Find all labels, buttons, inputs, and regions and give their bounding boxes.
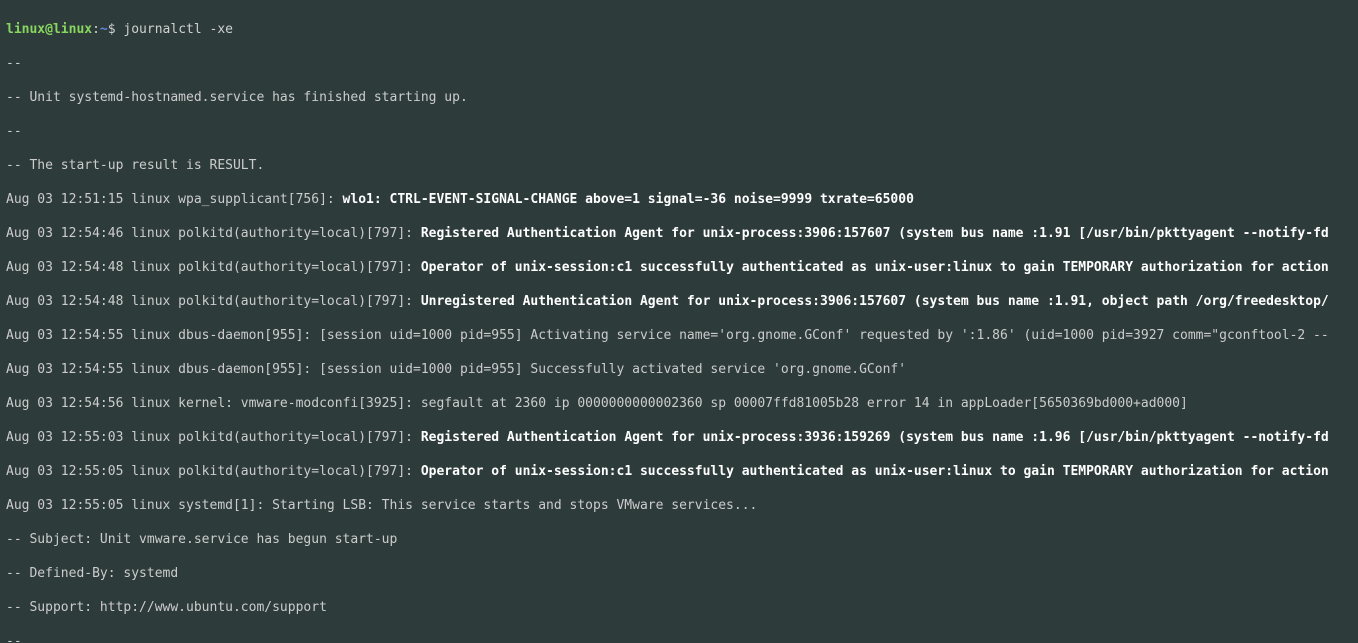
command-text: journalctl -xe: [123, 21, 233, 38]
log-line: Aug 03 12:54:56 linux kernel: vmware-mod…: [6, 395, 1352, 412]
log-prefix: Aug 03 12:55:05 linux polkitd(authority=…: [6, 464, 421, 479]
log-prefix: Aug 03 12:54:46 linux polkitd(authority=…: [6, 226, 421, 241]
log-line: Aug 03 12:54:48 linux polkitd(authority=…: [6, 293, 1352, 310]
log-prefix: Aug 03 12:51:15 linux wpa_supplicant[756…: [6, 192, 343, 207]
log-line: --: [6, 123, 1352, 140]
log-line: -- The start-up result is RESULT.: [6, 157, 1352, 174]
log-prefix: Aug 03 12:54:48 linux polkitd(authority=…: [6, 294, 421, 309]
log-line: Aug 03 12:55:03 linux polkitd(authority=…: [6, 429, 1352, 446]
log-line: -- Unit systemd-hostnamed.service has fi…: [6, 89, 1352, 106]
log-message: Operator of unix-session:c1 successfully…: [421, 260, 1329, 275]
log-message: wlo1: CTRL-EVENT-SIGNAL-CHANGE above=1 s…: [343, 192, 914, 207]
terminal-window[interactable]: linux@linux:~$ journalctl -xe -- -- Unit…: [0, 0, 1358, 643]
log-line: Aug 03 12:51:15 linux wpa_supplicant[756…: [6, 191, 1352, 208]
log-message: Registered Authentication Agent for unix…: [421, 226, 1329, 241]
prompt-line: linux@linux:~$ journalctl -xe: [6, 21, 1352, 38]
prompt-path: ~: [100, 21, 108, 38]
log-prefix: Aug 03 12:55:03 linux polkitd(authority=…: [6, 430, 421, 445]
prompt-colon: :: [92, 21, 100, 38]
log-line: Aug 03 12:55:05 linux polkitd(authority=…: [6, 463, 1352, 480]
log-message: Registered Authentication Agent for unix…: [421, 430, 1329, 445]
log-line: Aug 03 12:54:55 linux dbus-daemon[955]: …: [6, 361, 1352, 378]
log-line: Aug 03 12:54:46 linux polkitd(authority=…: [6, 225, 1352, 242]
prompt-user-host: linux@linux: [6, 21, 92, 38]
log-message: Operator of unix-session:c1 successfully…: [421, 464, 1329, 479]
log-prefix: Aug 03 12:54:48 linux polkitd(authority=…: [6, 260, 421, 275]
prompt-dollar: $: [108, 21, 124, 38]
log-line: Aug 03 12:55:05 linux systemd[1]: Starti…: [6, 497, 1352, 514]
log-line: -- Defined-By: systemd: [6, 565, 1352, 582]
log-line: Aug 03 12:54:55 linux dbus-daemon[955]: …: [6, 327, 1352, 344]
log-line: -- Subject: Unit vmware.service has begu…: [6, 531, 1352, 548]
log-line: --: [6, 55, 1352, 72]
log-line: --: [6, 633, 1352, 643]
log-line: -- Support: http://www.ubuntu.com/suppor…: [6, 599, 1352, 616]
log-message: Unregistered Authentication Agent for un…: [421, 294, 1329, 309]
log-line: Aug 03 12:54:48 linux polkitd(authority=…: [6, 259, 1352, 276]
